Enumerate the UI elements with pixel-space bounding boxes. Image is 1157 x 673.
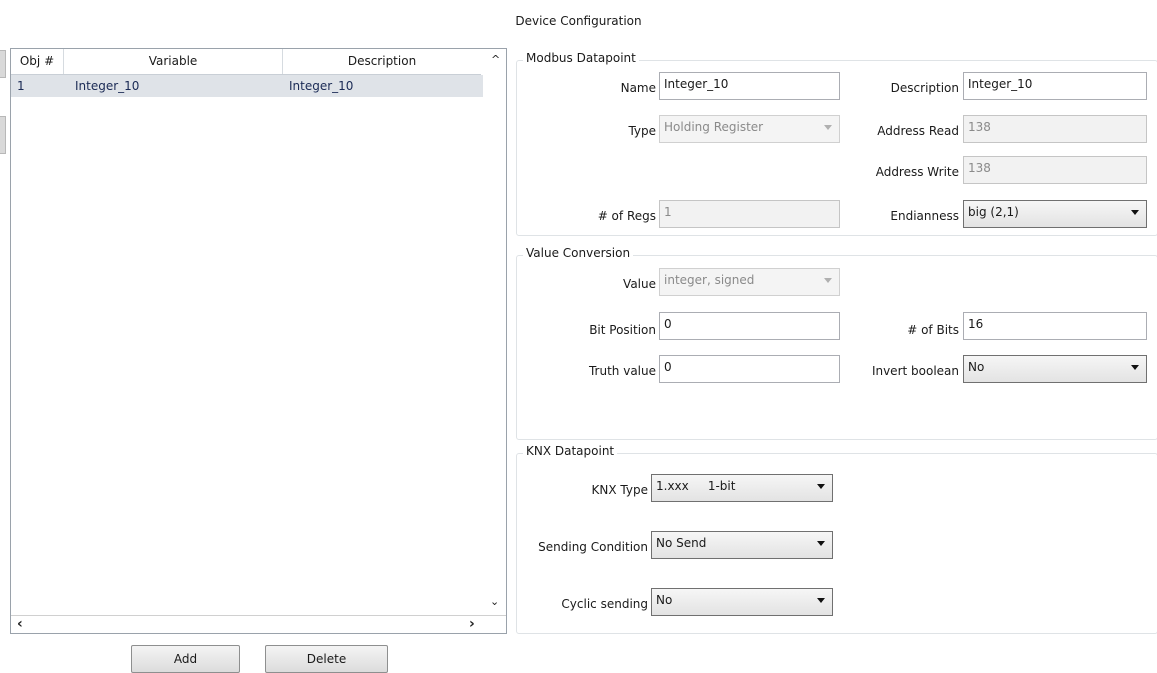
chevron-down-icon [1131, 210, 1139, 215]
chevron-down-icon [817, 598, 825, 603]
bit-position-field[interactable]: 0 [659, 312, 840, 340]
variable-table[interactable]: Obj # Variable Description 1 Integer_10 … [10, 48, 507, 634]
delete-button[interactable]: Delete [265, 645, 388, 673]
bit-position-label: Bit Position [589, 323, 656, 337]
chevron-down-icon [817, 484, 825, 489]
knx-type-select-value: 1.xxx 1-bit [656, 479, 736, 493]
sending-condition-label: Sending Condition [538, 540, 648, 554]
sending-condition-select-value: No Send [656, 536, 707, 550]
window-title: Device Configuration [515, 14, 642, 28]
regs-field[interactable]: 1 [659, 200, 840, 228]
cyclic-sending-select-value: No [656, 593, 673, 607]
left-edge-tab[interactable] [0, 50, 6, 78]
column-header-obj[interactable]: Obj # [11, 49, 64, 74]
type-select[interactable]: Holding Register [659, 115, 840, 143]
horizontal-scrollbar[interactable]: ‹ › [11, 615, 506, 633]
knx-datapoint-title: KNX Datapoint [523, 444, 618, 458]
invert-boolean-select-value: No [968, 360, 985, 374]
address-read-field[interactable]: 138 [963, 115, 1147, 143]
knx-type-label: KNX Type [591, 483, 648, 497]
endianness-select[interactable]: big (2,1) [963, 200, 1147, 228]
column-header-variable[interactable]: Variable [64, 49, 283, 74]
truth-value-label: Truth value [588, 364, 656, 378]
endianness-select-value: big (2,1) [968, 205, 1019, 219]
invert-boolean-label: Invert boolean [871, 364, 959, 378]
cell-description: Integer_10 [289, 79, 354, 93]
bits-label: # of Bits [907, 323, 959, 337]
scroll-left-icon[interactable]: ‹ [17, 616, 23, 632]
name-label: Name [620, 81, 656, 95]
modbus-datapoint-title: Modbus Datapoint [523, 51, 639, 65]
vertical-scrollbar[interactable]: ^ ⌄ [484, 49, 506, 615]
cyclic-sending-select[interactable]: No [651, 588, 833, 616]
cell-obj: 1 [17, 79, 25, 93]
truth-value-field[interactable]: 0 [659, 355, 840, 383]
chevron-down-icon [817, 541, 825, 546]
bits-field[interactable]: 16 [963, 312, 1147, 340]
value-select-value: integer, signed [664, 273, 755, 287]
cell-variable: Integer_10 [75, 79, 140, 93]
scroll-down-icon[interactable]: ⌄ [490, 595, 499, 608]
left-edge-tab[interactable] [0, 116, 6, 154]
address-write-label: Address Write [875, 165, 959, 179]
value-conversion-title: Value Conversion [523, 246, 634, 260]
chevron-down-icon [824, 278, 832, 283]
chevron-down-icon [1131, 365, 1139, 370]
invert-boolean-select[interactable]: No [963, 355, 1147, 383]
description-field[interactable]: Integer_10 [963, 72, 1147, 100]
add-button[interactable]: Add [131, 645, 240, 673]
scroll-right-icon[interactable]: › [469, 616, 475, 632]
cyclic-sending-label: Cyclic sending [561, 597, 648, 611]
table-header: Obj # Variable Description [11, 49, 481, 75]
value-label: Value [623, 277, 656, 291]
table-row[interactable]: 1 Integer_10 Integer_10 [11, 75, 483, 97]
type-select-value: Holding Register [664, 120, 764, 134]
endianness-label: Endianness [890, 209, 959, 223]
sending-condition-select[interactable]: No Send [651, 531, 833, 559]
description-label: Description [890, 81, 959, 95]
chevron-down-icon [824, 125, 832, 130]
knx-type-select[interactable]: 1.xxx 1-bit [651, 474, 833, 502]
scroll-up-icon[interactable]: ^ [491, 53, 500, 66]
value-select[interactable]: integer, signed [659, 268, 840, 296]
name-field[interactable]: Integer_10 [659, 72, 840, 100]
type-label: Type [628, 124, 656, 138]
regs-label: # of Regs [597, 209, 656, 223]
address-read-label: Address Read [877, 124, 959, 138]
column-header-description[interactable]: Description [283, 49, 481, 74]
address-write-field[interactable]: 138 [963, 156, 1147, 184]
